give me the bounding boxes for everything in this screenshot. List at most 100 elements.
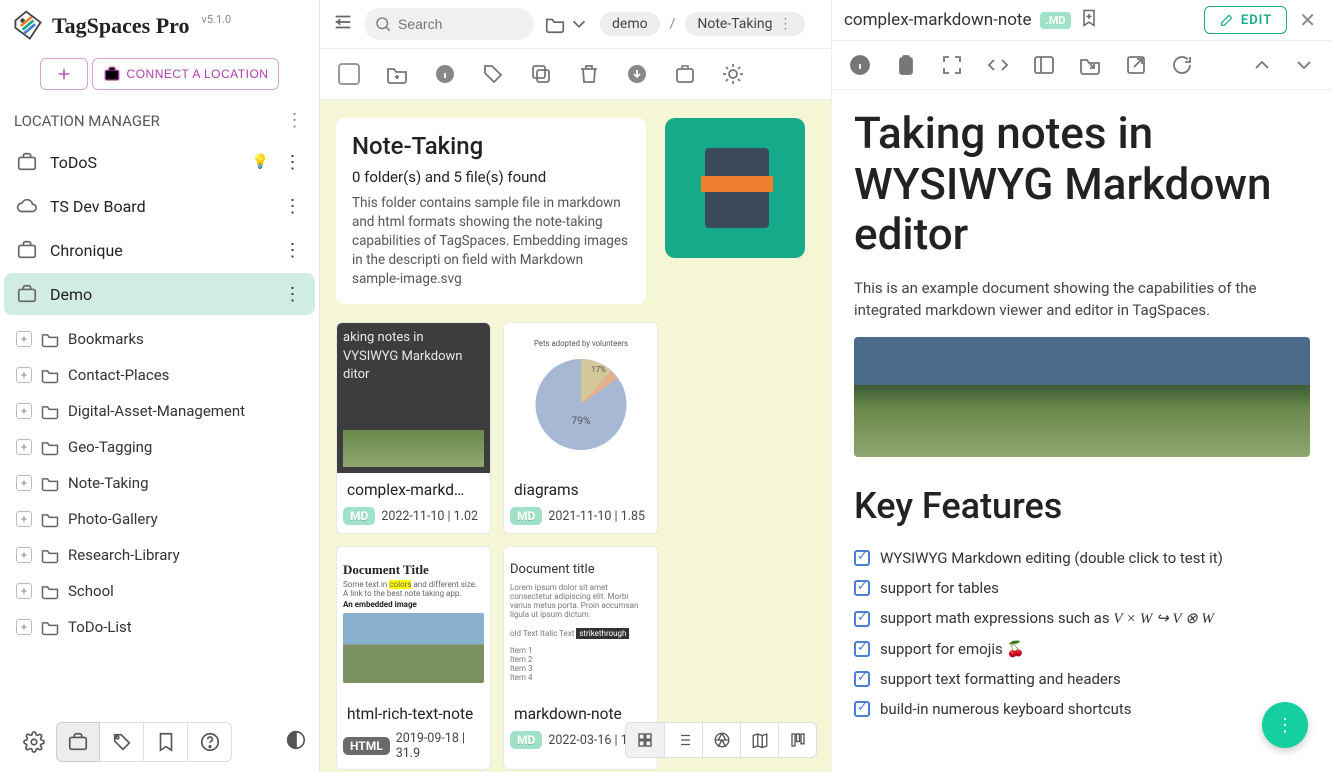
folder-description: This folder contains sample file in mark… bbox=[352, 194, 630, 288]
pv-clipboard-icon[interactable] bbox=[894, 53, 918, 77]
location-more-icon[interactable]: ⋮ bbox=[281, 152, 303, 173]
expand-icon[interactable]: + bbox=[16, 367, 32, 383]
file-card[interactable]: Document TitleSome text in colors and di… bbox=[336, 546, 491, 770]
folder-settings-icon[interactable] bbox=[720, 61, 746, 87]
tree-item-research-library[interactable]: +Research-Library bbox=[12, 537, 319, 573]
feature-item: support math expressions such as V × W ↪… bbox=[854, 609, 1310, 628]
tree-item-bookmarks[interactable]: +Bookmarks bbox=[12, 321, 319, 357]
view-kanban-icon[interactable] bbox=[778, 723, 816, 757]
tree-item-school[interactable]: +School bbox=[12, 573, 319, 609]
settings-icon[interactable] bbox=[12, 722, 56, 762]
import-icon[interactable] bbox=[672, 61, 698, 87]
pv-code-icon[interactable] bbox=[986, 53, 1010, 77]
tree-item-contact-places[interactable]: +Contact-Places bbox=[12, 357, 319, 393]
bookmark-icon[interactable] bbox=[1079, 8, 1099, 32]
search-icon bbox=[374, 15, 392, 33]
nav-locations-icon[interactable] bbox=[56, 722, 100, 762]
preview-ext-badge: .MD bbox=[1040, 12, 1072, 29]
breadcrumb-more-icon: ⋮ bbox=[779, 16, 793, 32]
file-card[interactable]: aking notes inVYSIWYG Markdownditorcompl… bbox=[336, 322, 491, 534]
expand-icon[interactable]: + bbox=[16, 583, 32, 599]
pv-prev-icon[interactable] bbox=[1250, 53, 1274, 77]
expand-icon[interactable]: + bbox=[16, 331, 32, 347]
folder-title: Note-Taking bbox=[352, 132, 630, 160]
nav-tags-icon[interactable] bbox=[100, 722, 144, 762]
download-icon[interactable] bbox=[624, 61, 650, 87]
view-list-icon[interactable] bbox=[664, 723, 702, 757]
pv-fullscreen-icon[interactable] bbox=[940, 53, 964, 77]
tree-item-todo-list[interactable]: +ToDo-List bbox=[12, 609, 319, 645]
location-more-icon[interactable]: ⋮ bbox=[281, 240, 303, 261]
tree-item-digital-asset-management[interactable]: +Digital-Asset-Management bbox=[12, 393, 319, 429]
tag-icon[interactable] bbox=[480, 61, 506, 87]
feature-item: build-in numerous keyboard shortcuts bbox=[854, 700, 1310, 718]
expand-icon[interactable]: + bbox=[16, 547, 32, 563]
doc-image bbox=[854, 337, 1310, 457]
svg-text:17%: 17% bbox=[591, 365, 606, 374]
checkbox-icon bbox=[854, 701, 870, 717]
location-item-ts dev board[interactable]: TS Dev Board⋮ bbox=[4, 185, 315, 227]
file-meta: 2022-11-10 | 1.02 bbox=[381, 509, 478, 524]
pv-panel-left-icon[interactable] bbox=[1032, 53, 1056, 77]
doc-h1: Taking notes in WYSIWYG Markdown editor bbox=[854, 108, 1310, 260]
location-item-todos[interactable]: ToDoS💡⋮ bbox=[4, 141, 315, 183]
pv-reload-icon[interactable] bbox=[1170, 53, 1194, 77]
edit-button[interactable]: EDIT bbox=[1204, 6, 1287, 34]
ext-badge: MD bbox=[343, 507, 375, 525]
collapse-sidebar-icon[interactable] bbox=[332, 11, 354, 37]
expand-icon[interactable]: + bbox=[16, 619, 32, 635]
view-aperture-icon[interactable] bbox=[702, 723, 740, 757]
view-map-icon[interactable] bbox=[740, 723, 778, 757]
breadcrumb-root[interactable]: demo bbox=[600, 12, 660, 36]
pv-next-icon[interactable] bbox=[1292, 53, 1316, 77]
pv-open-folder-icon[interactable] bbox=[1078, 53, 1102, 77]
close-preview-icon[interactable]: ✕ bbox=[1295, 8, 1320, 32]
view-grid-icon[interactable] bbox=[626, 723, 664, 757]
location-manager-more-icon[interactable]: ⋮ bbox=[283, 110, 305, 131]
pv-info-icon[interactable] bbox=[848, 53, 872, 77]
location-more-icon[interactable]: ⋮ bbox=[281, 284, 303, 305]
folder-dropdown[interactable] bbox=[544, 13, 590, 35]
checkbox-icon bbox=[854, 550, 870, 566]
ext-badge: MD bbox=[510, 507, 542, 525]
tree-item-note-taking[interactable]: +Note-Taking bbox=[12, 465, 319, 501]
doc-intro: This is an example document showing the … bbox=[854, 278, 1310, 322]
search-box bbox=[364, 8, 534, 40]
fab-more-icon[interactable]: ⋮ bbox=[1262, 702, 1308, 748]
location-item-chronique[interactable]: Chronique⋮ bbox=[4, 229, 315, 271]
file-card[interactable]: Pets adopted by volunteers79%17%diagrams… bbox=[503, 322, 658, 534]
preview-toolbar bbox=[832, 41, 1332, 90]
location-item-demo[interactable]: Demo⋮ bbox=[4, 273, 315, 315]
select-all-checkbox[interactable] bbox=[336, 61, 362, 87]
theme-toggle-icon[interactable] bbox=[285, 729, 307, 755]
new-button[interactable] bbox=[40, 58, 88, 90]
expand-icon[interactable]: + bbox=[16, 475, 32, 491]
expand-icon[interactable]: + bbox=[16, 403, 32, 419]
app-logo-row: TagSpaces Pro v5.1.0 bbox=[0, 0, 319, 48]
connect-location-button[interactable]: CONNECT A LOCATION bbox=[92, 58, 280, 90]
svg-text:79%: 79% bbox=[571, 414, 591, 427]
new-folder-icon[interactable] bbox=[384, 61, 410, 87]
checkbox-icon bbox=[854, 611, 870, 627]
checkbox-icon bbox=[854, 580, 870, 596]
app-logo-icon bbox=[10, 8, 46, 44]
location-more-icon[interactable]: ⋮ bbox=[281, 196, 303, 217]
briefcase-icon bbox=[103, 65, 121, 83]
nav-help-icon[interactable] bbox=[188, 722, 232, 762]
sidebar: TagSpaces Pro v5.1.0 CONNECT A LOCATION … bbox=[0, 0, 320, 772]
tree-item-photo-gallery[interactable]: +Photo-Gallery bbox=[12, 501, 319, 537]
info-icon[interactable] bbox=[432, 61, 458, 87]
feature-item: WYSIWYG Markdown editing (double click t… bbox=[854, 549, 1310, 567]
copy-icon[interactable] bbox=[528, 61, 554, 87]
preview-pane: complex-markdown-note .MD EDIT ✕ Taking … bbox=[831, 0, 1332, 772]
svg-text:Pets adopted by volunteers: Pets adopted by volunteers bbox=[533, 339, 627, 348]
sidebar-bottom-nav bbox=[0, 712, 319, 772]
tree-item-geo-tagging[interactable]: +Geo-Tagging bbox=[12, 429, 319, 465]
breadcrumb-current[interactable]: Note-Taking⋮ bbox=[685, 12, 804, 36]
delete-icon[interactable] bbox=[576, 61, 602, 87]
bulb-icon[interactable]: 💡 bbox=[252, 154, 269, 170]
nav-bookmarks-icon[interactable] bbox=[144, 722, 188, 762]
expand-icon[interactable]: + bbox=[16, 439, 32, 455]
pv-external-icon[interactable] bbox=[1124, 53, 1148, 77]
expand-icon[interactable]: + bbox=[16, 511, 32, 527]
